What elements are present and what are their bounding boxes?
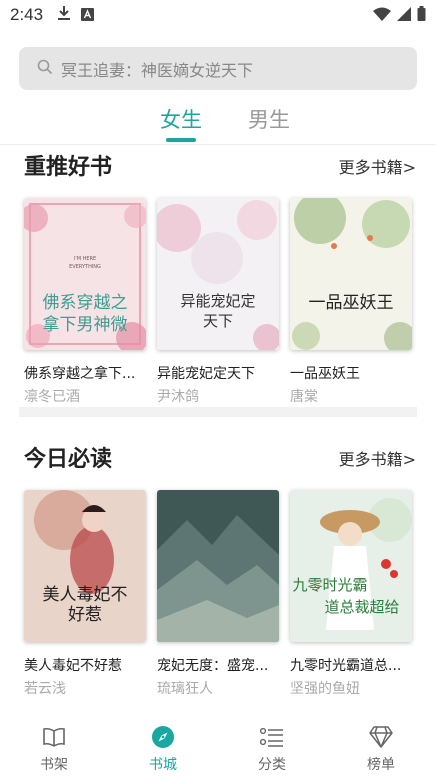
section-divider <box>19 407 417 417</box>
svg-text:九零时光霸: 九零时光霸 <box>292 576 367 594</box>
svg-text:I'M HERE: I'M HERE <box>74 256 96 262</box>
book-title: 宠妃无度：盛宠... <box>157 658 269 674</box>
tab-female[interactable]: 女生 <box>160 104 202 134</box>
status-bar: 2:43 <box>0 0 436 30</box>
download-icon <box>57 5 71 25</box>
tab-indicator <box>166 138 196 142</box>
book-card[interactable]: I'M HERE EVERYTHING 佛系穿越之 拿下男神微 佛系穿越之拿下.… <box>24 198 146 406</box>
book-card[interactable]: 九零时光霸 道总裁超给 九零时光霸道总... 坚强的鱼妞 <box>290 490 412 698</box>
book-title: 九零时光霸道总... <box>290 658 402 674</box>
svg-text:一品巫妖王: 一品巫妖王 <box>309 293 394 313</box>
search-icon <box>37 59 53 79</box>
book-author: 琉璃狂人 <box>157 681 213 697</box>
app-notification-icon <box>81 6 95 25</box>
book-author: 尹沐鸽 <box>157 389 199 405</box>
list-icon <box>242 724 302 750</box>
svg-text:拿下男神微: 拿下男神微 <box>43 314 128 335</box>
svg-text:道总裁超给: 道总裁超给 <box>324 598 399 616</box>
svg-text:好惹: 好惹 <box>68 605 102 625</box>
book-title: 美人毒妃不好惹 <box>24 658 122 674</box>
nav-category[interactable]: 分类 <box>242 724 302 774</box>
book-cover: 一品巫妖王 <box>290 198 412 350</box>
nav-ranking[interactable]: 榜单 <box>351 724 411 774</box>
svg-text:异能宠妃定: 异能宠妃定 <box>180 292 255 310</box>
book-title: 一品巫妖王 <box>290 366 360 382</box>
nav-bookstore[interactable]: 书城 <box>133 724 193 774</box>
section-title: 今日必读 <box>24 447 113 472</box>
book-card[interactable]: 异能宠妃定 天下 异能宠妃定天下 尹沐鸽 <box>157 198 279 406</box>
book-cover: I'M HERE EVERYTHING 佛系穿越之 拿下男神微 <box>24 198 146 350</box>
book-card[interactable]: 宠妃无度：盛宠... 琉璃狂人 <box>157 490 279 698</box>
nav-label: 榜单 <box>367 757 395 773</box>
book-author: 凛冬已酒 <box>24 389 80 405</box>
book-author: 若云浅 <box>24 681 66 697</box>
book-card[interactable]: 一品巫妖王 一品巫妖王 唐棠 <box>290 198 412 406</box>
svg-text:美人毒妃不: 美人毒妃不 <box>43 585 128 605</box>
more-books-link[interactable]: 更多书籍> <box>339 446 416 470</box>
nav-bookshelf[interactable]: 书架 <box>24 724 84 774</box>
book-author: 坚强的鱼妞 <box>290 681 360 697</box>
svg-text:天下: 天下 <box>203 312 233 330</box>
nav-label: 分类 <box>258 757 286 773</box>
section-title: 重推好书 <box>24 155 113 180</box>
svg-text:EVERYTHING: EVERYTHING <box>69 264 101 270</box>
book-cover: 九零时光霸 道总裁超给 <box>290 490 412 642</box>
signal-icon <box>397 6 411 25</box>
book-cover <box>157 490 279 642</box>
compass-icon <box>133 724 193 750</box>
tab-male[interactable]: 男生 <box>248 104 290 134</box>
nav-label: 书架 <box>40 757 68 773</box>
diamond-icon <box>351 724 411 750</box>
book-title: 佛系穿越之拿下... <box>24 366 136 382</box>
book-open-icon <box>24 724 84 750</box>
book-card[interactable]: 美人毒妃不 好惹 美人毒妃不好惹 若云浅 <box>24 490 146 698</box>
book-title: 异能宠妃定天下 <box>157 366 255 382</box>
gender-tabs: 女生 男生 <box>0 100 436 145</box>
battery-icon <box>417 5 426 25</box>
bottom-nav: 书架 书城 分类 榜单 <box>0 716 436 776</box>
book-cover: 异能宠妃定 天下 <box>157 198 279 350</box>
nav-label: 书城 <box>149 757 177 773</box>
more-books-link[interactable]: 更多书籍> <box>339 154 416 178</box>
wifi-icon <box>373 6 391 25</box>
book-author: 唐棠 <box>290 389 318 405</box>
svg-text:佛系穿越之: 佛系穿越之 <box>43 293 128 313</box>
search-bar[interactable]: 冥王追妻：神医嫡女逆天下 <box>19 47 417 90</box>
search-placeholder: 冥王追妻：神医嫡女逆天下 <box>61 60 254 80</box>
book-cover: 美人毒妃不 好惹 <box>24 490 146 642</box>
status-time: 2:43 <box>10 5 44 24</box>
